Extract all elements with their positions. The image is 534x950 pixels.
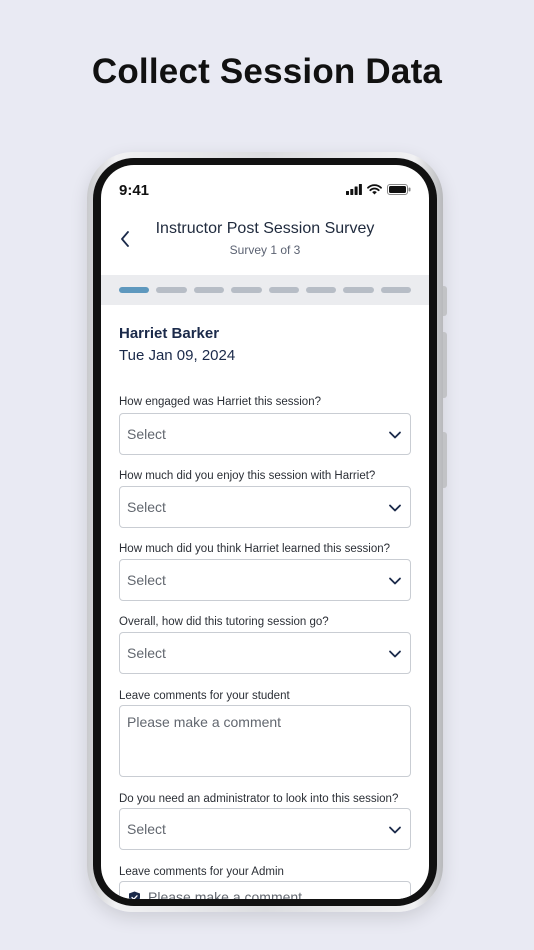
survey-progress-text: Survey 1 of 3 xyxy=(229,243,301,257)
student-name: Harriet Barker xyxy=(119,325,220,342)
select-value: Select xyxy=(127,426,166,442)
admin-comment-label: Leave comments for your Admin xyxy=(119,866,284,878)
status-bar: 9:41 xyxy=(101,165,429,213)
engagement-select[interactable]: Select xyxy=(119,413,411,455)
progress-steps xyxy=(119,287,411,293)
textarea-placeholder: Please make a comment xyxy=(127,714,282,730)
battery-icon xyxy=(387,184,411,195)
chevron-down-icon xyxy=(389,431,401,439)
status-time: 9:41 xyxy=(119,182,150,199)
progress-step-3 xyxy=(193,287,225,293)
phone-side-button xyxy=(443,286,447,316)
chevron-down-icon xyxy=(389,504,401,512)
student-comment-label: Leave comments for your student xyxy=(119,690,290,702)
question-label-engagement: How engaged was Harriet this session? xyxy=(119,396,321,408)
student-comment-textarea[interactable]: Please make a comment xyxy=(119,705,411,777)
enjoyment-select[interactable]: Select xyxy=(119,486,411,528)
phone-frame: 9:41 Instructor Post Session Survey Surv… xyxy=(87,152,447,912)
signal-icon xyxy=(346,184,362,195)
status-icons xyxy=(346,184,411,195)
progress-step-8 xyxy=(380,287,411,293)
progress-step-4 xyxy=(231,287,262,293)
progress-step-6 xyxy=(305,287,337,293)
chevron-down-icon xyxy=(389,650,401,658)
overall-select[interactable]: Select xyxy=(119,632,411,674)
chevron-down-icon xyxy=(389,577,401,585)
nav-header: Instructor Post Session Survey Survey 1 … xyxy=(101,217,429,275)
select-value: Select xyxy=(127,572,166,588)
learning-select[interactable]: Select xyxy=(119,559,411,601)
progress-step-5 xyxy=(268,287,299,293)
progress-step-7 xyxy=(343,287,374,293)
select-value: Select xyxy=(127,499,166,515)
chevron-down-icon xyxy=(389,826,401,834)
question-label-overall: Overall, how did this tutoring session g… xyxy=(119,616,329,628)
select-value: Select xyxy=(127,821,166,837)
wifi-icon xyxy=(367,184,382,195)
admin-question-label: Do you need an administrator to look int… xyxy=(119,793,399,805)
progress-step-2 xyxy=(156,287,187,293)
page-title: Instructor Post Session Survey xyxy=(155,220,375,237)
phone-screen: 9:41 Instructor Post Session Survey Surv… xyxy=(101,165,429,899)
admin-comment-textarea[interactable]: Please make a comment xyxy=(119,881,411,899)
phone-volume-up-button xyxy=(443,332,447,398)
session-date: Tue Jan 09, 2024 xyxy=(119,347,236,364)
select-value: Select xyxy=(127,645,166,661)
question-label-learning: How much did you think Harriet learned t… xyxy=(119,543,391,555)
chevron-left-icon xyxy=(121,231,129,247)
question-label-enjoyment: How much did you enjoy this session with… xyxy=(119,470,376,482)
back-button[interactable] xyxy=(113,227,137,251)
shield-icon xyxy=(129,891,140,899)
progress-band xyxy=(101,275,429,305)
progress-step-1 xyxy=(119,287,150,293)
textarea-placeholder: Please make a comment xyxy=(148,889,303,899)
page-headline: Collect Session Data xyxy=(91,52,443,91)
phone-volume-down-button xyxy=(443,432,447,488)
admin-select[interactable]: Select xyxy=(119,808,411,850)
